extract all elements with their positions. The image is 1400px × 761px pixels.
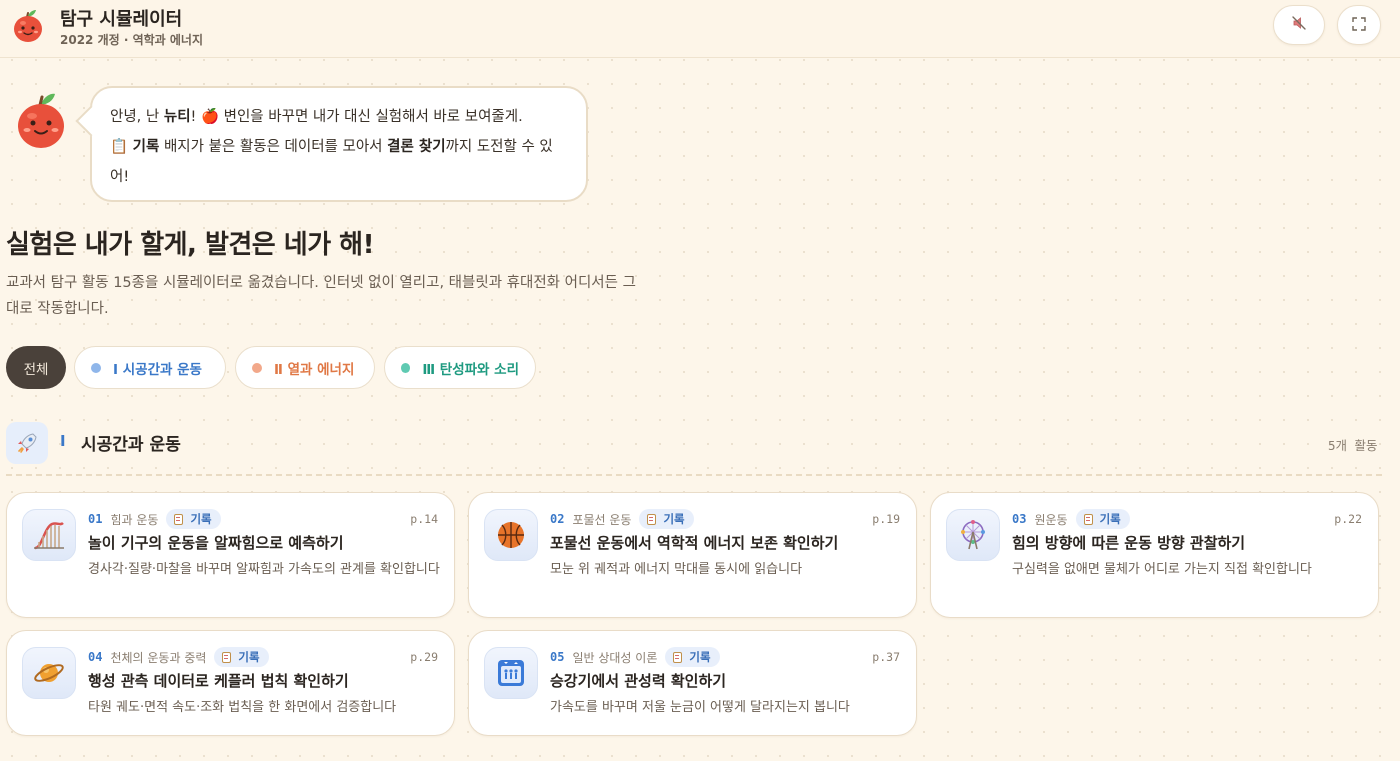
badge-label: 기록 <box>1099 512 1121 526</box>
app-title: 탐구 시뮬레이터 <box>60 9 183 30</box>
section-title: 시공간과 운동 <box>81 435 181 455</box>
greeting-text-2: ! 🍎 변인을 바꾸면 내가 대신 실험해서 바로 보여줄게. <box>190 109 523 125</box>
badge-label: 기록 <box>190 512 212 526</box>
hero-description: 교과서 탐구 활동 15종을 시뮬레이터로 옮겼습니다. 인터넷 없이 열리고,… <box>6 275 636 317</box>
filter-unit-1[interactable]: Ⅰ 시공간과 운동 <box>74 346 226 389</box>
card-number: 05 <box>550 650 565 664</box>
record-badge: 기록 <box>639 509 694 529</box>
card-title: 힘의 방향에 따른 운동 방향 관찰하기 <box>1012 534 1246 552</box>
activity-card-05[interactable]: 05 일반 상대성 이론 기록 p.37 승강기에서 관성력 확인하기 가속도를… <box>468 630 917 736</box>
clipboard-icon <box>673 651 683 663</box>
app-subtitle: 2022 개정 · 역학과 에너지 <box>60 33 203 47</box>
card-title: 행성 관측 데이터로 케플러 법칙 확인하기 <box>88 672 349 690</box>
card-unit: 힘과 운동 <box>110 512 159 527</box>
conclusion-mention: 결론 찾기 <box>387 139 446 155</box>
activity-card-01[interactable]: 01 힘과 운동 기록 p.14 놀이 기구의 운동을 알짜힘으로 예측하기 경… <box>6 492 455 618</box>
clipboard-icon <box>1083 513 1093 525</box>
elevator-icon <box>484 647 538 699</box>
card-description: 타원 궤도·면적 속도·조화 법칙을 한 화면에서 검증합니다 <box>88 700 397 715</box>
filter-all[interactable]: 전체 <box>6 346 66 389</box>
apple-icon <box>12 8 44 44</box>
filter-label: Ⅰ 시공간과 운동 <box>113 361 202 378</box>
ferris-wheel-icon <box>946 509 1000 561</box>
record-badge: 기록 <box>1075 509 1130 529</box>
card-unit: 포물선 운동 <box>572 512 632 527</box>
mute-icon <box>1291 15 1307 35</box>
record-badge: 기록 <box>214 647 269 667</box>
activity-card-03[interactable]: 03 원운동 기록 p.22 힘의 방향에 따른 운동 방향 관찰하기 구심력을… <box>930 492 1379 618</box>
badge-label: 기록 <box>238 650 260 664</box>
card-number: 01 <box>88 512 103 526</box>
unit-3-dot <box>401 362 411 373</box>
card-meta: 03 원운동 기록 <box>1012 509 1130 529</box>
record-hint-icon: 📋 <box>110 139 133 155</box>
record-badge: 기록 <box>665 647 720 667</box>
fullscreen-button[interactable] <box>1337 5 1381 45</box>
filter-label: 전체 <box>23 361 49 378</box>
rollercoaster-icon <box>22 509 76 561</box>
card-number: 02 <box>550 512 565 526</box>
card-title: 놀이 기구의 운동을 알짜힘으로 예측하기 <box>88 534 344 552</box>
clipboard-icon <box>222 651 232 663</box>
apple-mascot-icon <box>15 90 67 150</box>
card-meta: 04 천체의 운동과 중력 기록 <box>88 647 269 667</box>
activity-card-02[interactable]: 02 포물선 운동 기록 p.19 포물선 운동에서 역학적 에너지 보존 확인… <box>468 492 917 618</box>
rocket-icon <box>6 422 48 464</box>
card-number: 04 <box>88 650 103 664</box>
card-title: 승강기에서 관성력 확인하기 <box>550 672 727 690</box>
section-divider <box>6 474 1382 476</box>
filter-label: Ⅲ 탄성파와 소리 <box>422 361 519 378</box>
clipboard-icon <box>647 513 657 525</box>
record-hint-text: 배지가 붙은 활동은 데이터를 모아서 <box>159 139 388 155</box>
card-description: 모눈 위 궤적과 에너지 막대를 동시에 읽습니다 <box>550 562 803 577</box>
planet-icon <box>22 647 76 699</box>
hero-title: 실험은 내가 할게, 발견은 네가 해! <box>6 230 374 260</box>
mascot-speech-bubble: 안녕, 난 뉴티! 🍎 변인을 바꾸면 내가 대신 실험해서 바로 보여줄게. … <box>90 86 588 202</box>
card-description: 가속도를 바꾸며 저울 눈금이 어떻게 달라지는지 봅니다 <box>550 700 850 715</box>
activity-card-04[interactable]: 04 천체의 운동과 중력 기록 p.29 행성 관측 데이터로 케플러 법칙 … <box>6 630 455 736</box>
card-page: p.37 <box>872 650 900 664</box>
card-meta: 05 일반 상대성 이론 기록 <box>550 647 720 667</box>
card-meta: 01 힘과 운동 기록 <box>88 509 221 529</box>
badge-label: 기록 <box>663 512 685 526</box>
record-badge: 기록 <box>166 509 221 529</box>
unit-2-dot <box>252 362 262 373</box>
section-count: 5개 활동 <box>1328 438 1378 453</box>
section-roman: Ⅰ <box>60 432 66 450</box>
card-page: p.29 <box>410 650 438 664</box>
clipboard-icon <box>174 513 184 525</box>
filter-label: Ⅱ 열과 에너지 <box>274 361 355 378</box>
top-bar: 탐구 시뮬레이터 2022 개정 · 역학과 에너지 <box>0 0 1400 58</box>
card-page: p.19 <box>872 512 900 526</box>
card-page: p.22 <box>1334 512 1362 526</box>
filter-unit-3[interactable]: Ⅲ 탄성파와 소리 <box>384 346 536 389</box>
record-badge-mention: 기록 <box>132 139 160 155</box>
card-unit: 원운동 <box>1034 512 1068 527</box>
filter-unit-2[interactable]: Ⅱ 열과 에너지 <box>235 346 375 389</box>
card-description: 경사각·질량·마찰을 바꾸며 알짜힘과 가속도의 관계를 확인합니다 <box>88 562 440 577</box>
card-page: p.14 <box>410 512 438 526</box>
greeting-text: 안녕, 난 <box>110 109 164 125</box>
card-number: 03 <box>1012 512 1027 526</box>
card-unit: 천체의 운동과 중력 <box>110 650 207 665</box>
badge-label: 기록 <box>689 650 711 664</box>
mute-button[interactable] <box>1273 5 1325 45</box>
fullscreen-icon <box>1352 16 1366 35</box>
basketball-icon <box>484 509 538 561</box>
card-unit: 일반 상대성 이론 <box>572 650 658 665</box>
card-meta: 02 포물선 운동 기록 <box>550 509 694 529</box>
card-description: 구심력을 없애면 물체가 어디로 가는지 직접 확인합니다 <box>1012 562 1312 577</box>
card-title: 포물선 운동에서 역학적 에너지 보존 확인하기 <box>550 534 839 552</box>
mascot-name: 뉴티 <box>163 109 191 125</box>
unit-1-dot <box>91 362 101 373</box>
